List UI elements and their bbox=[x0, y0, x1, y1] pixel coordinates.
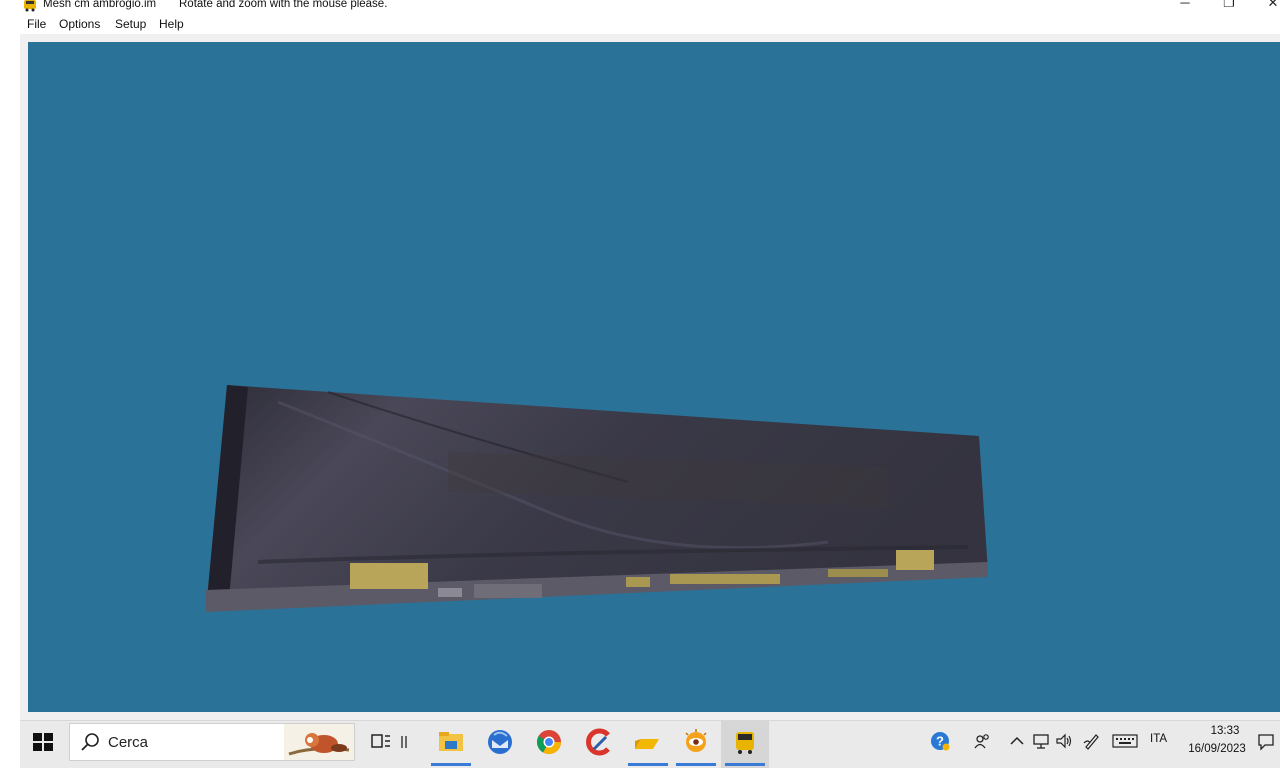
chrome-icon[interactable] bbox=[534, 727, 564, 757]
search-icon bbox=[81, 733, 99, 751]
red-panda-icon bbox=[284, 724, 354, 760]
menu-bar: File Options Setup Help bbox=[20, 14, 1280, 34]
folder-app-icon[interactable] bbox=[632, 727, 662, 757]
window-hint: Rotate and zoom with the mouse please. bbox=[179, 0, 388, 10]
notification-icon[interactable] bbox=[1256, 731, 1276, 751]
bus-app-icon[interactable] bbox=[730, 727, 760, 757]
title-bar: Mesh cm ambrogio.im Rotate and zoom with… bbox=[0, 0, 1280, 14]
menu-setup[interactable]: Setup bbox=[115, 17, 146, 31]
minimize-button[interactable]: ─ bbox=[1170, 0, 1200, 12]
network-icon[interactable] bbox=[1031, 731, 1051, 751]
search-box[interactable]: Cerca bbox=[69, 723, 355, 761]
active-indicator bbox=[676, 763, 716, 766]
taskbar: Cerca ? ITA 13:33 16/09/2023 bbox=[20, 720, 1280, 768]
active-indicator bbox=[725, 763, 765, 766]
help-icon[interactable]: ? bbox=[930, 731, 950, 751]
active-indicator bbox=[431, 763, 471, 766]
close-button[interactable]: ✕ bbox=[1258, 0, 1280, 12]
mesh-render[interactable] bbox=[28, 42, 1280, 712]
volume-icon[interactable] bbox=[1054, 731, 1074, 751]
keyboard-icon[interactable] bbox=[1112, 731, 1138, 751]
menu-file[interactable]: File bbox=[27, 17, 46, 31]
clock-time[interactable]: 13:33 bbox=[1200, 725, 1250, 737]
chevron-up-icon[interactable] bbox=[1007, 731, 1027, 751]
separator-icon bbox=[401, 736, 407, 748]
thunderbird-icon[interactable] bbox=[485, 727, 515, 757]
pen-icon[interactable] bbox=[1082, 731, 1102, 751]
maximize-button[interactable]: ❐ bbox=[1214, 0, 1244, 12]
language-indicator[interactable]: ITA bbox=[1150, 733, 1167, 745]
people-icon[interactable] bbox=[972, 731, 992, 751]
menu-options[interactable]: Options bbox=[59, 17, 100, 31]
clock-date[interactable]: 16/09/2023 bbox=[1182, 743, 1252, 755]
ccleaner-icon[interactable] bbox=[584, 727, 614, 757]
windows-start-icon[interactable] bbox=[32, 731, 54, 753]
search-placeholder: Cerca bbox=[108, 734, 149, 751]
window-title: Mesh cm ambrogio.im bbox=[43, 0, 157, 10]
app-bus-icon bbox=[24, 0, 36, 12]
task-view-icon[interactable] bbox=[366, 727, 396, 757]
xnview-icon[interactable] bbox=[681, 727, 711, 757]
active-indicator bbox=[628, 763, 668, 766]
3d-viewport[interactable] bbox=[28, 42, 1280, 712]
menu-help[interactable]: Help bbox=[159, 17, 184, 31]
file-explorer-icon[interactable] bbox=[436, 727, 466, 757]
